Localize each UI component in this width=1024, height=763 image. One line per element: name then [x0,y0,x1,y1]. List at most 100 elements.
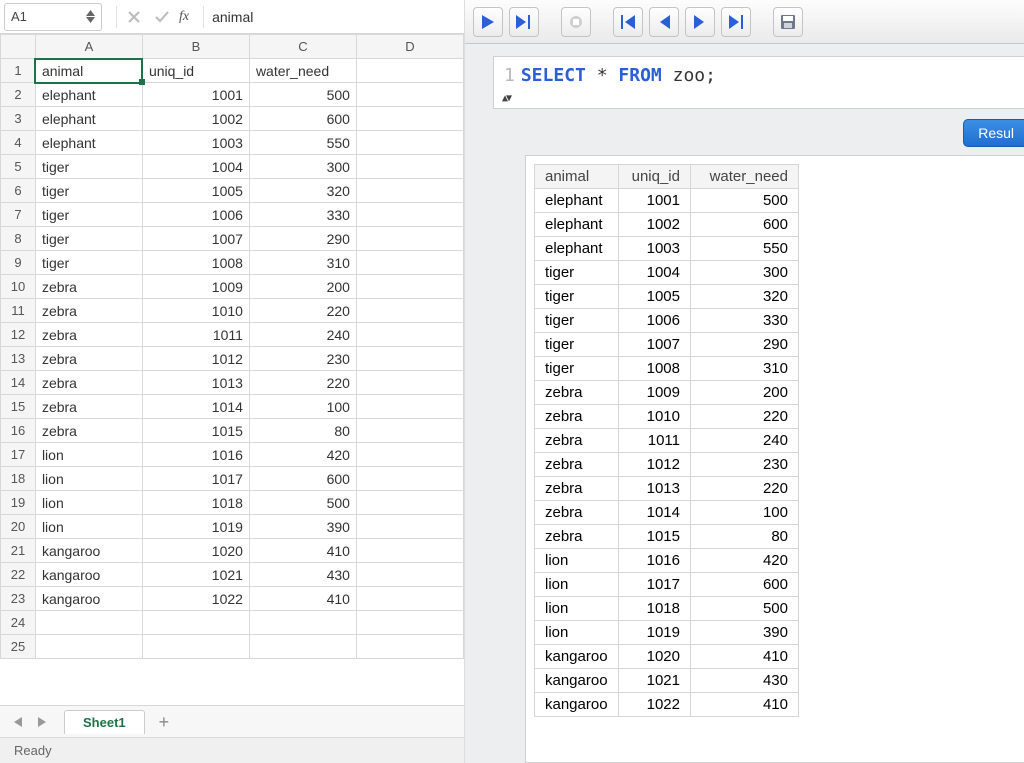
cell[interactable]: tiger [35,227,142,251]
cell[interactable]: 430 [249,563,356,587]
cell[interactable] [356,515,463,539]
cell[interactable] [356,155,463,179]
cell[interactable]: 1009 [142,275,249,299]
name-box-stepper[interactable] [86,10,95,23]
cell[interactable]: zebra [35,323,142,347]
cell[interactable]: 220 [249,371,356,395]
cell[interactable]: water_need [249,59,356,83]
result-row[interactable]: elephant1001500 [535,189,799,213]
result-row[interactable]: lion1016420 [535,549,799,573]
cell[interactable] [356,443,463,467]
cell[interactable]: kangaroo [35,563,142,587]
cell[interactable]: lion [35,491,142,515]
result-row[interactable]: lion1017600 [535,573,799,597]
cell[interactable]: zebra [35,395,142,419]
cell[interactable]: lion [35,443,142,467]
result-row[interactable]: tiger1006330 [535,309,799,333]
cell[interactable]: 390 [249,515,356,539]
cell[interactable] [356,179,463,203]
stop-button[interactable] [561,7,591,37]
result-row[interactable]: tiger1007290 [535,333,799,357]
cell[interactable]: 1004 [142,155,249,179]
grid[interactable]: A B C D 1animaluniq_idwater_need2elephan… [0,34,464,705]
cell[interactable]: 1019 [142,515,249,539]
row-header[interactable]: 23 [1,587,36,611]
cell[interactable]: 1020 [142,539,249,563]
result-row[interactable]: zebra1012230 [535,453,799,477]
cell[interactable]: 1005 [142,179,249,203]
tab-prev-button[interactable] [8,712,28,732]
run-to-cursor-button[interactable] [509,7,539,37]
result-row[interactable]: lion1018500 [535,597,799,621]
formula-input[interactable]: animal [210,9,464,25]
cell[interactable] [356,467,463,491]
cell[interactable]: 100 [249,395,356,419]
cell[interactable]: animal [35,59,142,83]
result-row[interactable]: kangaroo1020410 [535,645,799,669]
cell[interactable] [356,203,463,227]
cell[interactable]: kangaroo [35,539,142,563]
cell[interactable] [356,347,463,371]
cell[interactable]: 80 [249,419,356,443]
tab-next-button[interactable] [32,712,52,732]
cell[interactable]: 600 [249,467,356,491]
result-row[interactable]: kangaroo1022410 [535,693,799,717]
cell[interactable]: 1017 [142,467,249,491]
row-header[interactable]: 12 [1,323,36,347]
cell[interactable] [142,611,249,635]
result-row[interactable]: lion1019390 [535,621,799,645]
cancel-formula-button[interactable] [123,6,145,28]
row-header[interactable]: 20 [1,515,36,539]
cell[interactable] [249,611,356,635]
cell[interactable] [356,227,463,251]
cell[interactable] [142,635,249,659]
cell[interactable]: 320 [249,179,356,203]
cell[interactable]: 1008 [142,251,249,275]
cell[interactable]: 1014 [142,395,249,419]
result-col-header[interactable]: water_need [691,165,799,189]
cell[interactable] [356,491,463,515]
cell[interactable]: 1015 [142,419,249,443]
row-header[interactable]: 2 [1,83,36,107]
cell[interactable]: tiger [35,155,142,179]
row-header[interactable]: 5 [1,155,36,179]
result-row[interactable]: elephant1003550 [535,237,799,261]
cell[interactable]: 1003 [142,131,249,155]
cell[interactable]: 1011 [142,323,249,347]
cell[interactable]: 1018 [142,491,249,515]
cell[interactable] [356,563,463,587]
accept-formula-button[interactable] [151,6,173,28]
prev-button[interactable] [649,7,679,37]
cell[interactable]: 1022 [142,587,249,611]
row-header[interactable]: 1 [1,59,36,83]
cell[interactable]: 1021 [142,563,249,587]
cell[interactable]: 1012 [142,347,249,371]
cell[interactable] [35,635,142,659]
cell[interactable] [356,131,463,155]
row-header[interactable]: 22 [1,563,36,587]
next-button[interactable] [685,7,715,37]
cell[interactable]: lion [35,467,142,491]
result-row[interactable]: elephant1002600 [535,213,799,237]
select-all-corner[interactable] [1,35,36,59]
cell[interactable] [356,275,463,299]
cell[interactable]: 420 [249,443,356,467]
row-header[interactable]: 24 [1,611,36,635]
row-header[interactable]: 18 [1,467,36,491]
cell[interactable]: zebra [35,275,142,299]
cell[interactable]: 230 [249,347,356,371]
col-header-A[interactable]: A [35,35,142,59]
save-button[interactable] [773,7,803,37]
row-header[interactable]: 7 [1,203,36,227]
cell[interactable] [356,107,463,131]
row-header[interactable]: 15 [1,395,36,419]
run-button[interactable] [473,7,503,37]
row-header[interactable]: 4 [1,131,36,155]
row-header[interactable]: 19 [1,491,36,515]
sql-editor[interactable]: 1SELECT * FROM zoo; ▲▼ [493,56,1024,109]
cell[interactable] [356,323,463,347]
cell[interactable]: elephant [35,107,142,131]
cell[interactable] [356,59,463,83]
result-row[interactable]: tiger1004300 [535,261,799,285]
row-header[interactable]: 14 [1,371,36,395]
